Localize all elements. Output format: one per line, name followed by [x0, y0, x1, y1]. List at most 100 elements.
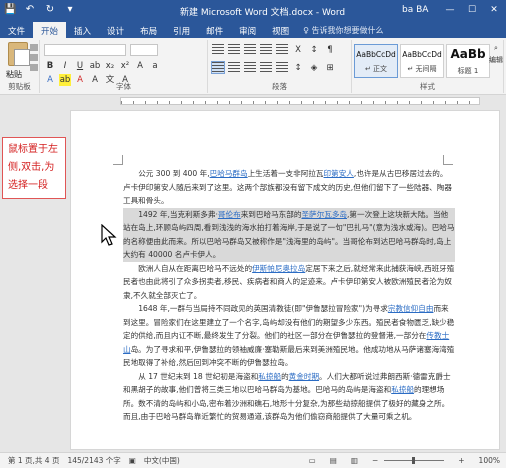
editing-button[interactable]: ⌕ 编辑	[488, 42, 504, 78]
zoom-in-button[interactable]: +	[458, 456, 464, 465]
font-group-label: 字体	[116, 82, 131, 91]
zoom-slider[interactable]	[384, 457, 445, 464]
tab-layout[interactable]: 布局	[132, 22, 165, 38]
style-sample: AaBbCcDd	[402, 50, 442, 59]
language-indicator[interactable]: 中文(中国)	[144, 455, 180, 466]
print-layout-icon[interactable]: ▤	[330, 456, 337, 465]
hyperlink[interactable]: 伊斯帕尼奥拉岛	[252, 264, 305, 273]
text-run: 欧洲人自从在距离巴哈马不远处的	[138, 263, 253, 273]
tab-home[interactable]: 开始	[33, 22, 67, 38]
text-run: 公元 300 到 400 年,	[138, 169, 210, 178]
document-page[interactable]: 公元 300 到 400 年,巴哈马群岛上生活着一支非阿拉瓦印第安人,也许是从古…	[70, 110, 500, 450]
text-run: 1648 年,一群与当局持不同政见的英国清教徒(即"伊鲁瑟拉冒险家")为寻求	[138, 304, 388, 313]
paragraph-1[interactable]: 公元 300 到 400 年,巴哈马群岛上生活着一支非阿拉瓦印第安人,也许是从古…	[123, 167, 455, 208]
underline-button[interactable]: U	[74, 60, 86, 72]
tell-me-search[interactable]: ♀ 告诉我你想要做什么	[303, 22, 383, 38]
ruler-scale[interactable]	[120, 97, 480, 105]
hyperlink[interactable]: 哥伦布	[218, 210, 241, 219]
grow-font-icon[interactable]: A	[134, 60, 146, 72]
show-marks-icon[interactable]: ¶	[324, 44, 336, 56]
style-normal[interactable]: AaBbCcDd ↵ 正文	[354, 44, 398, 78]
paste-button-label[interactable]: 粘贴	[6, 69, 22, 80]
paragraph-3[interactable]: 欧洲人自从在距离巴哈马不远处的伊斯帕尼奥拉岛定居下来之后,就经常来此捕获海峡,西…	[123, 262, 455, 303]
redo-icon[interactable]: ↻	[44, 4, 56, 16]
tab-design[interactable]: 设计	[99, 22, 132, 38]
close-button[interactable]: ✕	[484, 2, 504, 18]
distributed-icon[interactable]	[276, 62, 288, 73]
tab-file[interactable]: 文件	[0, 22, 33, 38]
tab-view[interactable]: 视图	[264, 22, 297, 38]
style-name: ↵ 无间隔	[407, 65, 437, 73]
tab-references[interactable]: 引用	[165, 22, 198, 38]
clipboard-group: 粘贴 剪贴板	[0, 40, 40, 93]
editing-label: 编辑	[489, 56, 503, 64]
borders-icon[interactable]: ⊞	[324, 62, 336, 74]
crop-mark	[443, 155, 453, 165]
customize-qat-icon[interactable]: ▾	[64, 4, 76, 16]
line-spacing-icon[interactable]: ↕	[292, 62, 304, 74]
cut-icon[interactable]	[30, 44, 38, 51]
decrease-indent-icon[interactable]	[260, 44, 272, 55]
user-name[interactable]: ba BA	[402, 5, 428, 15]
zoom-level[interactable]: 100%	[479, 456, 500, 465]
shrink-font-icon[interactable]: a	[149, 60, 161, 72]
align-left-icon[interactable]	[211, 61, 225, 74]
paragraph-2-selected[interactable]: 1492 年,当克利斯多弗·哥伦布来到巴哈马东部的圣萨尔瓦多岛,第一次登上这块新…	[123, 207, 455, 262]
find-icon: ⌕	[494, 44, 498, 52]
copy-icon[interactable]	[30, 54, 38, 61]
font-name-box[interactable]	[44, 44, 126, 56]
paragraph-5[interactable]: 从 17 世纪末到 18 世纪初是海盗和私掠船的黄金时期。人们大都听说过弗朗西斯…	[123, 370, 455, 424]
paragraph-4[interactable]: 1648 年,一群与当局持不同政见的英国清教徒(即"伊鲁瑟拉冒险家")为寻求宗教…	[123, 302, 455, 370]
proofing-icon[interactable]: ▣	[129, 456, 136, 465]
format-painter-icon[interactable]	[30, 64, 38, 71]
maximize-button[interactable]: ☐	[462, 2, 482, 18]
hyperlink[interactable]: 私掠船	[258, 372, 281, 381]
word-count[interactable]: 145/2143 个字	[67, 455, 120, 466]
font-group: B I U ab x₂ x² A a A ab A A 文 A 字体	[40, 40, 208, 93]
font-size-box[interactable]	[130, 44, 158, 56]
hyperlink[interactable]: 巴哈马群岛	[210, 169, 248, 178]
document-body[interactable]: 公元 300 到 400 年,巴哈马群岛上生活着一支非阿拉瓦印第安人,也许是从古…	[123, 167, 455, 424]
text-run: 的	[281, 371, 289, 381]
hyperlink[interactable]: 圣萨尔瓦多岛	[301, 210, 347, 219]
window-title: 新建 Microsoft Word 文档.docx - Word	[180, 8, 346, 18]
bullets-icon[interactable]	[212, 44, 224, 55]
shading-icon[interactable]: ◈	[308, 62, 320, 74]
undo-icon[interactable]: ↶	[24, 4, 36, 16]
italic-button[interactable]: I	[59, 60, 71, 72]
text-run: 1492 年,当克利斯多弗·	[138, 209, 218, 219]
quick-access-toolbar: 💾 ↶ ↻ ▾	[4, 4, 76, 16]
web-layout-icon[interactable]: ▥	[351, 456, 358, 465]
bold-button[interactable]: B	[44, 60, 56, 72]
instruction-callout: 鼠标置于左侧,双击,为选择一段	[2, 137, 66, 199]
page-count[interactable]: 第 1 页,共 4 页	[8, 455, 59, 466]
subscript-button[interactable]: x₂	[104, 60, 116, 72]
tab-mailings[interactable]: 邮件	[198, 22, 231, 38]
zoom-out-button[interactable]: −	[372, 456, 378, 465]
increase-indent-icon[interactable]	[276, 44, 288, 55]
tab-review[interactable]: 审阅	[231, 22, 264, 38]
style-no-spacing[interactable]: AaBbCcDd ↵ 无间隔	[400, 44, 444, 78]
read-mode-icon[interactable]: ▭	[309, 456, 316, 465]
paste-icon[interactable]	[8, 42, 30, 66]
style-sample: AaBb	[450, 47, 486, 61]
hyperlink[interactable]: 宗教信仰自由	[388, 304, 434, 313]
horizontal-ruler[interactable]	[0, 95, 506, 107]
hyperlink[interactable]: 黄金时期	[289, 372, 319, 381]
align-center-icon[interactable]	[228, 62, 240, 73]
multilevel-list-icon[interactable]	[244, 44, 256, 55]
hyperlink[interactable]: 印第安人	[324, 169, 354, 178]
strikethrough-button[interactable]: ab	[89, 60, 101, 72]
sort-icon[interactable]: ↕	[308, 44, 320, 56]
hyperlink[interactable]: 私掠船	[391, 385, 414, 394]
chinese-layout-icon[interactable]: X	[292, 44, 304, 56]
align-right-icon[interactable]	[244, 62, 256, 73]
minimize-button[interactable]: —	[440, 2, 460, 18]
tab-insert[interactable]: 插入	[66, 22, 99, 38]
save-icon[interactable]: 💾	[4, 4, 16, 16]
ribbon: 粘贴 剪贴板 B I U ab x₂ x² A a A ab A A 文 A 字	[0, 38, 506, 95]
style-heading1[interactable]: AaBb 标题 1	[446, 44, 490, 78]
justify-icon[interactable]	[260, 62, 272, 73]
superscript-button[interactable]: x²	[119, 60, 131, 72]
numbering-icon[interactable]	[228, 44, 240, 55]
